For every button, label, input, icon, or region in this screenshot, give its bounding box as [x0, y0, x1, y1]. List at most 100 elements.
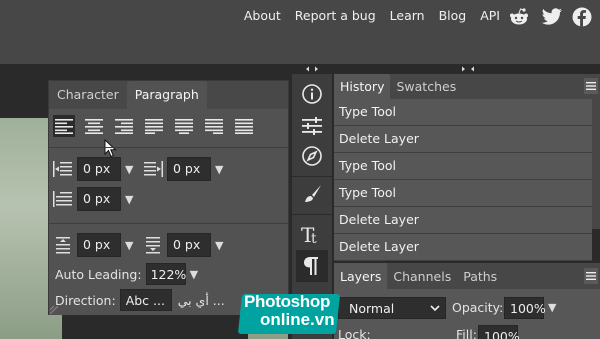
twitter-icon[interactable] [541, 8, 563, 26]
history-item[interactable]: Delete Layer [334, 234, 592, 261]
fill-input[interactable]: 100% [478, 325, 520, 339]
layers-panel: Layers Channels Paths Normal Opacity: 10… [334, 263, 600, 339]
navigator-icon [302, 146, 322, 166]
auto-leading-label: Auto Leading: [55, 266, 142, 282]
direction-label: Direction: [55, 292, 116, 308]
history-list: Type Tool Delete Layer Type Tool Type To… [334, 99, 592, 261]
indent-right-dropdown[interactable]: ▼ [215, 163, 225, 176]
watermark-line1: Photoshop [244, 292, 331, 311]
history-item[interactable]: Type Tool [334, 180, 592, 207]
layers-panel-body: Normal Opacity: 100% ▼ Lock: Fill: 100% [334, 289, 600, 339]
separator [49, 223, 288, 224]
menu-icon [586, 272, 596, 280]
watermark-logo: Photoshop online.vn [237, 288, 341, 339]
justify-center-icon [175, 119, 193, 134]
justify-all-button[interactable] [233, 115, 255, 137]
separator [49, 147, 288, 148]
collapse-handle-right[interactable] [460, 65, 476, 73]
direction-rtl-button[interactable]: أي بي ... [178, 293, 225, 308]
align-center-button[interactable] [83, 115, 105, 137]
space-after-input[interactable]: 0 px [167, 233, 211, 257]
tab-layers[interactable]: Layers [334, 263, 388, 289]
align-left-icon [55, 119, 73, 134]
opacity-label: Opacity: [452, 300, 504, 315]
indent-left-input[interactable]: 0 px [77, 157, 121, 181]
space-before-icon [53, 235, 73, 255]
brush-button[interactable] [296, 178, 328, 210]
info-button[interactable] [296, 78, 328, 110]
history-item[interactable]: Delete Layer [334, 126, 592, 153]
direction-ltr-button[interactable]: Abc ... [119, 289, 172, 311]
history-item[interactable]: Type Tool [334, 153, 592, 180]
tab-history[interactable]: History [334, 74, 391, 99]
paragraph-button[interactable] [296, 250, 328, 282]
paragraph-panel-body: 0 px ▼ 0 px ▼ 0 px ▼ 0 px ▼ 0 px ▼ Auto … [49, 109, 288, 315]
nav-link-learn[interactable]: Learn [390, 8, 425, 23]
tab-paragraph[interactable]: Paragraph [126, 81, 207, 109]
tab-channels[interactable]: Channels [387, 263, 457, 289]
justify-right-button[interactable] [203, 115, 225, 137]
paragraph-panel: Character Paragraph 0 px ▼ 0 px ▼ 0 px ▼… [48, 80, 289, 315]
lock-label: Lock: [338, 327, 371, 339]
tab-swatches[interactable]: Swatches [390, 74, 462, 99]
collapse-handle-left[interactable] [304, 65, 320, 73]
nav-link-about[interactable]: About [244, 8, 281, 23]
nav-link-report-bug[interactable]: Report a bug [295, 8, 376, 23]
opacity-input[interactable]: 100% [504, 297, 546, 319]
opacity-dropdown[interactable]: ▼ [548, 301, 558, 314]
navigator-button[interactable] [296, 140, 328, 172]
space-before-dropdown[interactable]: ▼ [125, 239, 135, 252]
auto-leading-input[interactable]: 122% [145, 263, 186, 285]
tab-character[interactable]: Character [49, 81, 127, 109]
space-before-input[interactable]: 0 px [77, 233, 121, 257]
layers-panel-menu-button[interactable] [584, 268, 598, 284]
justify-left-icon [145, 119, 163, 134]
svg-text:t: t [311, 231, 317, 246]
nav-link-blog[interactable]: Blog [439, 8, 467, 23]
space-after-dropdown[interactable]: ▼ [215, 239, 225, 252]
adjustments-button[interactable] [296, 110, 328, 142]
blend-mode-select[interactable]: Normal [338, 297, 446, 319]
indent-first-line-icon [53, 189, 73, 209]
blend-mode-value: Normal [349, 301, 395, 316]
justify-left-button[interactable] [143, 115, 165, 137]
reddit-icon[interactable] [508, 7, 530, 27]
indent-first-line-input[interactable]: 0 px [77, 187, 121, 211]
resize-grip-icon[interactable] [50, 306, 58, 314]
character-button[interactable]: Tt [296, 218, 328, 250]
history-item[interactable]: Delete Layer [334, 207, 592, 234]
history-panel-menu-button[interactable] [584, 78, 598, 94]
indent-left-icon [53, 159, 73, 179]
indent-right-input[interactable]: 0 px [167, 157, 211, 181]
mouse-cursor-icon [104, 139, 117, 158]
align-center-icon [85, 119, 103, 134]
justify-all-icon [235, 119, 253, 134]
auto-leading-dropdown[interactable]: ▼ [190, 268, 200, 281]
justify-center-button[interactable] [173, 115, 195, 137]
nav-link-api[interactable]: API [480, 8, 500, 23]
info-icon [302, 84, 322, 104]
indent-right-icon [143, 159, 163, 179]
fill-label: Fill: [456, 327, 477, 339]
separator [292, 214, 332, 215]
separator [292, 176, 332, 177]
indent-first-line-dropdown[interactable]: ▼ [125, 193, 135, 206]
history-item[interactable]: Type Tool [334, 99, 592, 126]
brush-icon [305, 185, 321, 202]
indent-left-dropdown[interactable]: ▼ [125, 163, 135, 176]
character-icon: Tt [301, 223, 317, 246]
adjustments-icon [302, 117, 322, 135]
chevron-down-icon [430, 305, 440, 312]
direction-row: Direction: Abc ... أي بي ... [55, 289, 225, 311]
align-right-button[interactable] [113, 115, 135, 137]
top-nav: About Report a bug Learn Blog API [0, 0, 600, 64]
history-panel-tabs: History Swatches [334, 74, 600, 99]
align-left-button[interactable] [53, 115, 75, 137]
facebook-icon[interactable] [572, 7, 592, 27]
tab-paths[interactable]: Paths [457, 263, 503, 289]
indent-row: 0 px ▼ 0 px ▼ [53, 157, 225, 181]
space-after-icon [143, 235, 163, 255]
spacing-row: 0 px ▼ 0 px ▼ [53, 233, 225, 257]
history-panel: History Swatches Type Tool Delete Layer … [334, 74, 600, 332]
justify-right-icon [205, 119, 223, 134]
